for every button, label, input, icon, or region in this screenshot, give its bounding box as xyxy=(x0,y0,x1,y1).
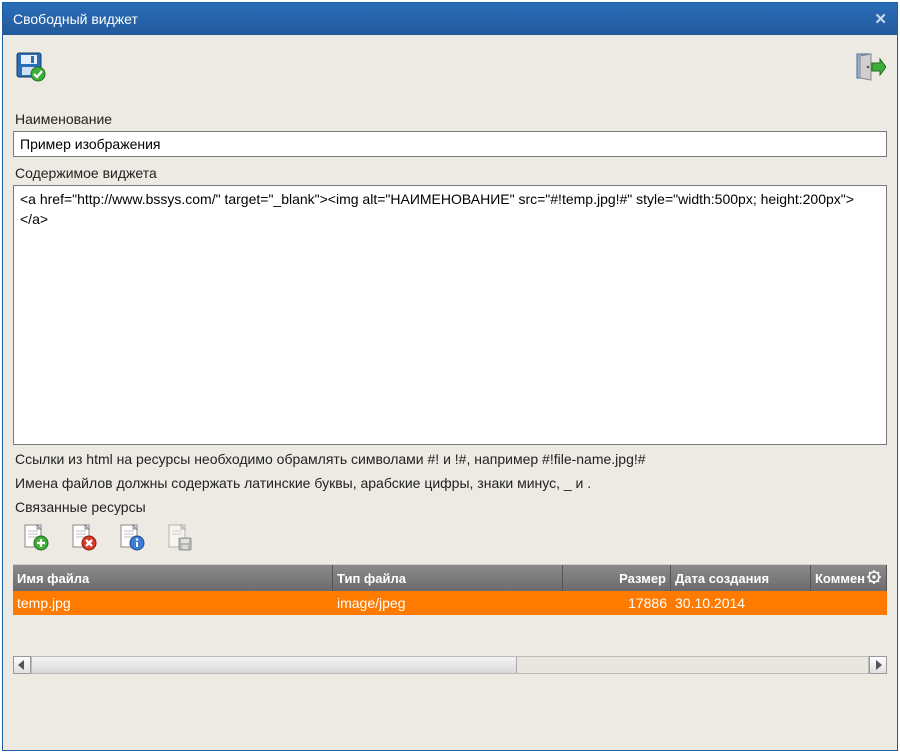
hint-text-2: Имена файлов должны содержать латинские … xyxy=(15,475,887,491)
document-info-icon xyxy=(117,523,147,553)
cell-name: temp.jpg xyxy=(13,591,333,615)
scroll-thumb[interactable] xyxy=(32,657,517,673)
main-toolbar xyxy=(13,45,887,89)
window-title: Свободный виджет xyxy=(13,11,138,27)
name-input[interactable] xyxy=(13,131,887,157)
cell-date: 30.10.2014 xyxy=(671,591,811,615)
document-plus-icon xyxy=(21,523,51,553)
dialog-window: Свободный виджет ✕ xyxy=(2,2,898,751)
cell-size: 17886 xyxy=(563,591,671,615)
floppy-save-icon xyxy=(14,50,48,84)
name-label: Наименование xyxy=(15,111,887,127)
chevron-right-icon xyxy=(874,660,882,670)
close-icon[interactable]: ✕ xyxy=(874,10,887,28)
save-resource-button[interactable] xyxy=(165,523,195,556)
document-delete-icon xyxy=(69,523,99,553)
col-header-name[interactable]: Имя файла xyxy=(13,565,333,591)
resources-table: Имя файла Тип файла Размер Дата создания… xyxy=(13,564,887,615)
chevron-left-icon xyxy=(18,660,26,670)
save-button[interactable] xyxy=(13,49,49,85)
col-header-type[interactable]: Тип файла xyxy=(333,565,563,591)
scroll-track[interactable] xyxy=(31,656,869,674)
door-exit-icon xyxy=(852,50,886,84)
cell-type: image/jpeg xyxy=(333,591,563,615)
table-header: Имя файла Тип файла Размер Дата создания… xyxy=(13,565,887,591)
horizontal-scrollbar[interactable] xyxy=(13,655,887,675)
scroll-left-arrow[interactable] xyxy=(13,656,31,674)
resources-toolbar xyxy=(21,523,887,556)
document-save-icon xyxy=(165,523,195,553)
info-resource-button[interactable] xyxy=(117,523,147,556)
content-label: Содержимое виджета xyxy=(15,165,887,181)
content-area: Наименование Содержимое виджета <a href=… xyxy=(3,35,897,750)
hint-text-1: Ссылки из html на ресурсы необходимо обр… xyxy=(15,451,887,467)
content-textarea[interactable]: <a href="http://www.bssys.com/" target="… xyxy=(13,185,887,445)
gear-icon[interactable] xyxy=(866,569,882,585)
scroll-right-arrow[interactable] xyxy=(869,656,887,674)
delete-resource-button[interactable] xyxy=(69,523,99,556)
add-resource-button[interactable] xyxy=(21,523,51,556)
resources-label: Связанные ресурсы xyxy=(15,499,887,515)
table-row[interactable]: temp.jpg image/jpeg 17886 30.10.2014 xyxy=(13,591,887,615)
col-header-date[interactable]: Дата создания xyxy=(671,565,811,591)
cell-comment xyxy=(811,591,887,615)
col-header-comment[interactable]: Коммен xyxy=(811,565,887,591)
col-header-size[interactable]: Размер xyxy=(563,565,671,591)
exit-button[interactable] xyxy=(851,49,887,85)
titlebar: Свободный виджет ✕ xyxy=(3,3,897,35)
